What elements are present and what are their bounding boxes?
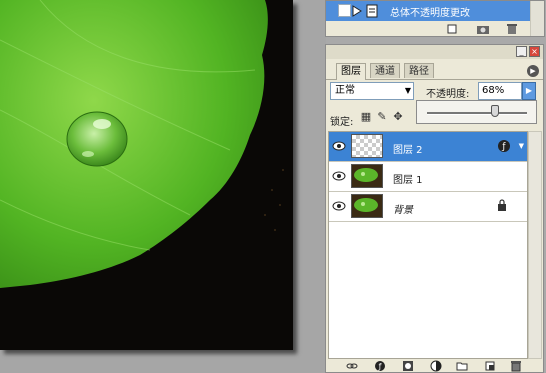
close-icon[interactable]: × (529, 46, 540, 57)
trash-icon[interactable] (506, 23, 518, 35)
minimize-icon[interactable]: _ (516, 46, 527, 57)
layers-panel: _ × 图层 通道 路径 ▶ 正常 ▼ 不透明度: 68% ▶ 锁定: ▦ ✎ … (325, 44, 544, 373)
history-scrollbar[interactable] (530, 1, 544, 36)
opacity-slider-track[interactable] (427, 112, 527, 115)
history-step-row[interactable]: 总体不透明度更改 (326, 1, 530, 21)
history-state-icon (352, 5, 362, 17)
layer-row-layer-2[interactable]: 图层 2 ƒ ▼ (329, 132, 527, 162)
document-icon (366, 4, 378, 18)
snapshot-camera-icon[interactable] (476, 23, 490, 35)
svg-text:ƒ: ƒ (378, 362, 382, 371)
layer-list: 图层 2 ƒ ▼ 图层 1 背景 (328, 131, 528, 359)
eye-icon[interactable] (332, 170, 346, 182)
document-canvas[interactable] (0, 0, 326, 373)
blend-mode-value: 正常 (335, 85, 355, 96)
layer-row-layer-1[interactable]: 图层 1 (329, 162, 527, 192)
layers-bottom-toolbar: ƒ (326, 359, 543, 373)
trash-icon[interactable] (510, 360, 522, 372)
history-footer (326, 22, 544, 36)
eye-icon[interactable] (332, 200, 346, 212)
lock-label: 锁定: (330, 117, 354, 128)
lock-move-icon[interactable]: ✥ (392, 111, 404, 123)
opacity-slider-toggle[interactable]: ▶ (522, 82, 536, 100)
eye-icon[interactable] (332, 140, 346, 152)
layer-style-icon[interactable]: ƒ (497, 139, 511, 153)
tab-channels[interactable]: 通道 (370, 63, 400, 78)
panel-tabs: 图层 通道 路径 ▶ (326, 61, 543, 80)
panel-titlebar[interactable]: _ × (326, 45, 543, 59)
opacity-slider-popup (416, 100, 537, 124)
chevron-down-icon[interactable]: ▼ (519, 142, 524, 150)
layer-list-scrollbar[interactable] (528, 131, 542, 359)
layer-thumbnail (351, 194, 383, 218)
opacity-input[interactable]: 68% (478, 82, 522, 100)
tab-paths[interactable]: 路径 (404, 63, 434, 78)
layer-name: 背景 (393, 205, 413, 216)
link-icon[interactable] (346, 360, 358, 372)
style-icon[interactable]: ƒ (374, 360, 386, 372)
lock-brush-icon[interactable]: ✎ (376, 111, 388, 123)
adjustment-icon[interactable] (430, 360, 442, 372)
history-step-label: 总体不透明度更改 (390, 8, 470, 19)
history-panel: 总体不透明度更改 (325, 0, 545, 37)
new-layer-icon[interactable] (484, 360, 496, 372)
layer-row-background[interactable]: 背景 (329, 192, 527, 222)
new-document-icon[interactable] (446, 23, 458, 35)
lock-transparency-icon[interactable]: ▦ (360, 111, 372, 123)
layer-name: 图层 1 (393, 175, 423, 186)
opacity-label: 不透明度: (426, 89, 470, 100)
snapshot-checkbox[interactable] (338, 4, 351, 17)
leaf-image (0, 0, 293, 350)
opacity-slider-thumb[interactable] (491, 105, 499, 117)
mask-icon[interactable] (402, 360, 414, 372)
layer-thumbnail (351, 134, 383, 158)
lock-icon (498, 199, 506, 211)
folder-icon[interactable] (456, 360, 468, 372)
tab-layers[interactable]: 图层 (336, 63, 366, 80)
layer-name: 图层 2 (393, 145, 423, 156)
leaf-photo (0, 0, 293, 350)
chevron-down-icon: ▼ (404, 86, 411, 95)
panel-menu-icon[interactable]: ▶ (527, 65, 539, 77)
layer-thumbnail (351, 164, 383, 188)
blend-mode-select[interactable]: 正常 ▼ (330, 82, 414, 100)
